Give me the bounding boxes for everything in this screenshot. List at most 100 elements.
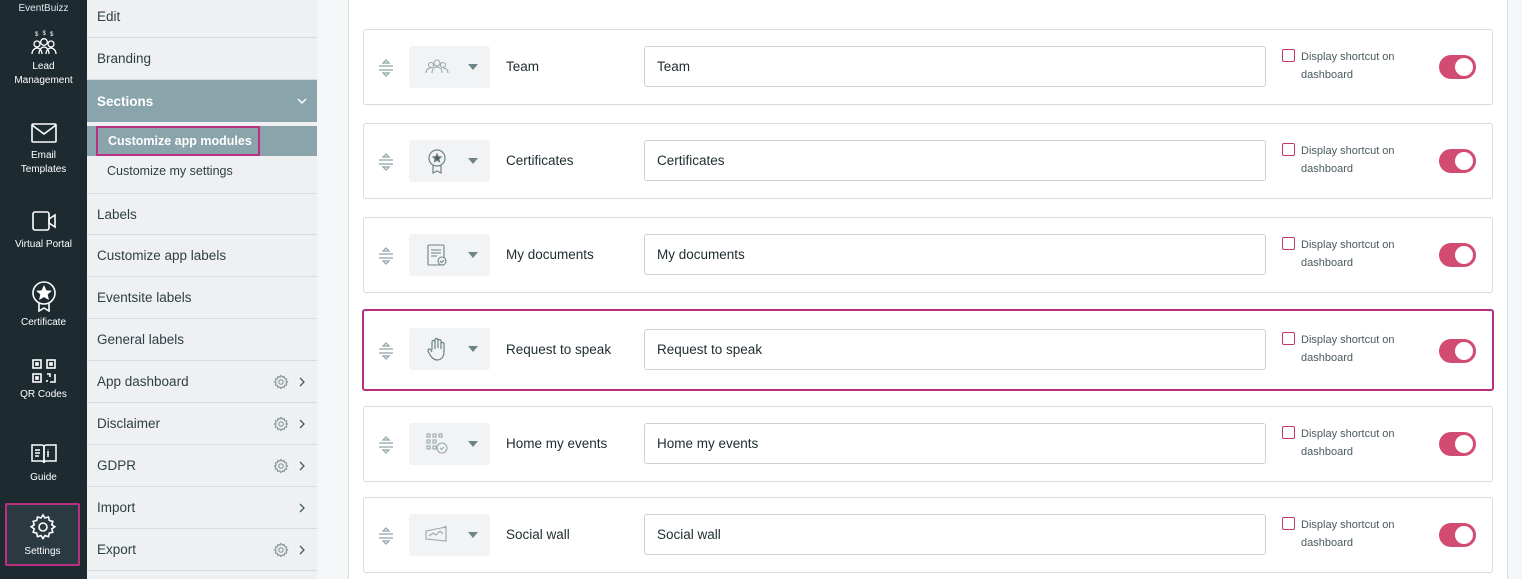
toggle-knob: [1455, 152, 1473, 170]
toggle-knob: [1455, 246, 1473, 264]
module-row-team: Team Display shortcut on dashboard: [363, 29, 1493, 105]
menu-item-disclaimer[interactable]: Disclaimer: [87, 403, 317, 445]
module-label-input[interactable]: [644, 234, 1266, 275]
menu-item-edit[interactable]: Edit: [87, 0, 317, 38]
module-enabled-toggle[interactable]: [1439, 432, 1476, 456]
chevron-right-icon: [299, 419, 305, 428]
module-label-input[interactable]: [644, 140, 1266, 181]
menu-item-customize-app-labels[interactable]: Customize app labels: [87, 235, 317, 277]
rail-item-lead-management[interactable]: $ $ $ Lead Management: [0, 30, 87, 88]
app-rail: EventBuizz $ $ $ Lead Management Email Tem…: [0, 0, 87, 579]
gear-icon: [273, 415, 289, 431]
gear-icon: [29, 513, 56, 541]
module-enabled-toggle[interactable]: [1439, 55, 1476, 79]
shortcut-checkbox[interactable]: [1282, 237, 1295, 250]
drag-handle-icon[interactable]: [376, 435, 396, 455]
submenu-item-customize-my-settings[interactable]: Customize my settings: [107, 164, 233, 178]
submenu-label: Customize app modules: [96, 126, 260, 156]
caret-down-icon: [468, 64, 478, 70]
module-row-social-wall: Social wall Display shortcut on dashboar…: [363, 497, 1493, 573]
guide-book-icon: [30, 444, 57, 464]
rail-item-qr-codes[interactable]: QR Codes: [0, 358, 87, 402]
icon-picker[interactable]: [409, 514, 490, 556]
drag-handle-icon[interactable]: [376, 152, 396, 172]
rail-item-guide[interactable]: Guide: [0, 441, 87, 485]
menu-item-import[interactable]: Import: [87, 487, 317, 529]
shortcut-label: Display shortcut on dashboard: [1301, 334, 1395, 364]
toggle-knob: [1455, 435, 1473, 453]
video-camera-icon: [31, 211, 56, 231]
shortcut-label: Display shortcut on dashboard: [1301, 239, 1395, 269]
shortcut-checkbox[interactable]: [1282, 143, 1295, 156]
toggle-knob: [1455, 526, 1473, 544]
chevron-right-icon: [299, 461, 305, 470]
module-enabled-toggle[interactable]: [1439, 339, 1476, 363]
menu-item-gdpr[interactable]: GDPR: [87, 445, 317, 487]
menu-item-app-dashboard[interactable]: App dashboard: [87, 361, 317, 403]
module-name: Social wall: [506, 527, 570, 542]
app: EventBuizz $ $ $ Lead Management Email Tem…: [0, 0, 1522, 579]
drag-handle-icon[interactable]: [376, 58, 396, 78]
caret-down-icon: [468, 346, 478, 352]
gear-icon: [273, 541, 289, 557]
module-row-home-my-events: Home my events Display shortcut on dashb…: [363, 406, 1493, 482]
svg-text:$: $: [35, 32, 39, 38]
icon-picker[interactable]: [409, 234, 490, 276]
rail-item-certificate[interactable]: Certificate: [0, 280, 87, 330]
module-label-input[interactable]: [644, 423, 1266, 464]
menu-item-export[interactable]: Export: [87, 529, 317, 571]
qr-code-icon: [31, 359, 56, 383]
rail-label: Guide: [30, 472, 57, 483]
shortcut-checkbox[interactable]: [1282, 49, 1295, 62]
certificate-icon: [428, 149, 446, 174]
menu-item-general-labels[interactable]: General labels: [87, 319, 317, 361]
chevron-right-icon: [299, 503, 305, 512]
certificate-icon: [31, 281, 56, 312]
icon-picker[interactable]: [409, 423, 490, 465]
icon-picker[interactable]: [409, 140, 490, 182]
shortcut-checkbox[interactable]: [1282, 517, 1295, 530]
modules-panel: Team Display shortcut on dashboard Certi…: [348, 0, 1508, 579]
lead-management-icon: $ $ $: [30, 31, 57, 55]
submenu-item-customize-app-modules[interactable]: Customize app modules: [87, 126, 317, 156]
module-label-input[interactable]: [644, 514, 1266, 555]
team-icon: [425, 59, 449, 74]
drag-handle-icon[interactable]: [376, 526, 396, 546]
documents-icon: [427, 244, 447, 266]
caret-down-icon: [468, 532, 478, 538]
toggle-knob: [1455, 342, 1473, 360]
drag-handle-icon[interactable]: [376, 246, 396, 266]
module-enabled-toggle[interactable]: [1439, 243, 1476, 267]
module-name: Team: [506, 59, 540, 74]
rail-label: QR Codes: [20, 389, 67, 400]
module-enabled-toggle[interactable]: [1439, 523, 1476, 547]
menu-item-branding[interactable]: Branding: [87, 38, 317, 80]
module-enabled-toggle[interactable]: [1439, 149, 1476, 173]
chevron-down-icon: [297, 98, 307, 104]
drag-handle-icon[interactable]: [376, 341, 396, 361]
module-row-request-to-speak: Request to speak Display shortcut on das…: [362, 309, 1494, 391]
menu-item-eventsite-labels[interactable]: Eventsite labels: [87, 277, 317, 319]
icon-picker[interactable]: [409, 328, 490, 370]
chevron-right-icon: [299, 377, 305, 386]
caret-down-icon: [468, 252, 478, 258]
module-label-input[interactable]: [644, 329, 1266, 370]
menu-item-labels[interactable]: Labels: [87, 193, 317, 235]
shortcut-checkbox[interactable]: [1282, 332, 1295, 345]
shortcut-label: Display shortcut on dashboard: [1301, 428, 1395, 458]
rail-item-virtual-portal[interactable]: Virtual Portal: [0, 208, 87, 252]
rail-label: Lead Management: [14, 61, 73, 86]
module-row-my-documents: My documents Display shortcut on dashboa…: [363, 217, 1493, 293]
icon-picker[interactable]: [409, 46, 490, 88]
rail-label: Email Templates: [20, 150, 67, 175]
shortcut-label: Display shortcut on dashboard: [1301, 51, 1395, 81]
settings-menu: Edit Branding Sections Customize app mod…: [87, 0, 317, 579]
brand-logo: EventBuizz: [18, 3, 69, 14]
rail-item-email-templates[interactable]: Email Templates: [0, 121, 87, 177]
caret-down-icon: [468, 441, 478, 447]
shortcut-checkbox[interactable]: [1282, 426, 1295, 439]
menu-item-sections[interactable]: Sections: [87, 80, 317, 122]
rail-item-settings[interactable]: Settings: [5, 503, 80, 566]
module-label-input[interactable]: [644, 46, 1266, 87]
rail-label: Certificate: [20, 317, 66, 328]
